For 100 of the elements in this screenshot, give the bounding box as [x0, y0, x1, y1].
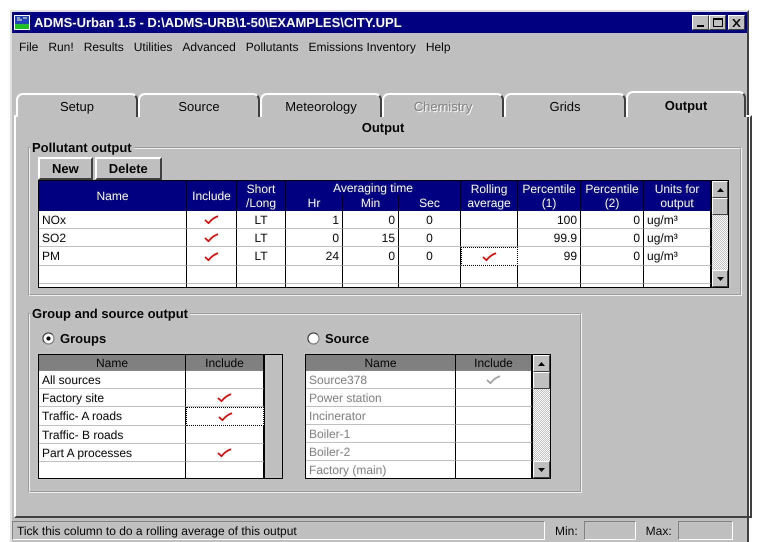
menu-item[interactable]: Utilities — [128, 40, 178, 54]
menu-item[interactable]: Run! — [43, 40, 79, 54]
checkbox-cell[interactable] — [187, 211, 237, 229]
check-icon — [218, 412, 232, 421]
table-cell: Power station — [306, 389, 456, 407]
menu-item[interactable]: Emissions Inventory — [303, 40, 421, 54]
column-header[interactable]: Hr — [286, 195, 343, 211]
table-cell: 99 — [518, 247, 582, 266]
column-header[interactable]: Name — [39, 181, 187, 211]
menu-item[interactable]: Results — [78, 40, 129, 54]
vertical-scrollbar[interactable] — [711, 181, 728, 287]
scroll-up-button[interactable] — [712, 181, 728, 198]
column-header[interactable]: Name — [39, 355, 186, 371]
check-icon — [204, 215, 219, 224]
table-cell: LT — [237, 247, 286, 266]
column-header[interactable]: Min — [343, 195, 399, 211]
group-title: Group and source output — [31, 306, 189, 321]
check-icon — [204, 233, 219, 242]
panel-title: Output — [360, 120, 406, 135]
toolbar-button[interactable]: New — [38, 157, 93, 180]
table-cell: PM — [39, 247, 187, 266]
table-cell: 0 — [581, 211, 644, 229]
table-cell: 15 — [343, 229, 399, 247]
table-cell: 0 — [399, 229, 462, 247]
toolbar-button[interactable]: Delete — [94, 157, 162, 180]
table-cell: Boiler-1 — [306, 425, 456, 443]
minimize-icon — [697, 24, 704, 26]
scrollbar-thumb[interactable] — [712, 198, 728, 215]
table-cell: 100 — [518, 211, 582, 229]
tab[interactable]: Output — [626, 91, 746, 117]
table-cell: NOx — [39, 211, 187, 229]
column-header[interactable]: Units for output — [644, 181, 712, 211]
max-label: Max: — [644, 524, 673, 538]
radio-button[interactable]: Groups — [42, 330, 106, 346]
down-arrow-icon — [716, 276, 724, 280]
tab[interactable]: Setup — [16, 93, 138, 117]
check-icon — [482, 252, 498, 261]
group-title: Pollutant output — [31, 140, 133, 155]
table-cell: 1 — [286, 211, 343, 229]
menu-item[interactable]: File — [14, 40, 44, 54]
column-header[interactable]: Short /Long — [237, 181, 286, 211]
checkbox-cell[interactable] — [461, 229, 518, 247]
table-cell: 24 — [286, 247, 343, 266]
menu-item[interactable]: Pollutants — [240, 40, 304, 54]
column-header[interactable]: Rolling average — [461, 181, 518, 211]
table-cell: 0 — [399, 247, 462, 266]
table-cell: Factory site — [39, 389, 186, 407]
check-icon — [217, 393, 232, 402]
table-cell: Traffic- A roads — [39, 407, 186, 426]
column-header[interactable]: Percentile (1) — [518, 181, 582, 211]
table-cell: Source378 — [306, 371, 456, 389]
table-cell: Traffic- B roads — [39, 426, 186, 444]
close-icon — [732, 18, 741, 26]
table-cell: LT — [237, 229, 286, 247]
table-cell: All sources — [39, 371, 186, 389]
checkbox-cell[interactable] — [461, 211, 518, 229]
scroll-down-button[interactable] — [712, 270, 728, 287]
table-cell: 0 — [343, 247, 399, 266]
menu-item[interactable]: Help — [420, 40, 456, 54]
column-header[interactable]: Sec — [399, 195, 462, 211]
table-cell: 0 — [581, 229, 644, 247]
maximize-button[interactable] — [709, 15, 726, 30]
table-cell: Incinerator — [306, 407, 456, 425]
up-arrow-icon — [538, 362, 545, 366]
window-title: ADMS-Urban 1.5 - D:\ADMS-URB\1-50\EXAMPLES\CITY.UPL — [34, 15, 403, 30]
radio-button[interactable]: Source — [307, 330, 370, 346]
tab[interactable]: Grids — [504, 93, 626, 117]
tab[interactable]: Meteorology — [260, 93, 382, 117]
down-arrow-icon — [538, 468, 545, 472]
status-message: Tick this column to do a rolling average of this output — [12, 521, 545, 540]
table-cell: 0 — [399, 211, 462, 229]
min-field — [584, 521, 636, 540]
min-label: Min: — [554, 524, 579, 538]
column-group-header: Averaging time — [286, 181, 462, 195]
table-cell: 99.9 — [518, 229, 582, 247]
maximize-icon — [712, 18, 722, 27]
menu-item[interactable]: Advanced — [177, 40, 241, 54]
check-icon — [217, 448, 232, 457]
table-cell: SO2 — [39, 229, 187, 247]
table-cell: Part A processes — [39, 444, 186, 462]
max-field — [678, 521, 733, 540]
tab[interactable]: Source — [138, 93, 260, 117]
checkbox-cell[interactable] — [461, 247, 518, 266]
table-cell: LT — [237, 211, 286, 229]
table-cell: Factory (main) — [306, 461, 456, 478]
up-arrow-icon — [716, 188, 724, 192]
table-cell: 0 — [286, 229, 343, 247]
minimize-button[interactable] — [692, 15, 709, 30]
column-header[interactable]: Include — [186, 355, 264, 371]
app-icon — [14, 15, 30, 30]
table-cell: Boiler-2 — [306, 443, 456, 461]
close-button[interactable] — [728, 15, 745, 30]
checkbox-cell[interactable] — [187, 229, 237, 247]
check-icon — [204, 252, 219, 260]
table-cell: 0 — [343, 211, 399, 229]
column-header[interactable]: Include — [187, 181, 237, 211]
checkbox-cell[interactable] — [187, 247, 237, 266]
table-cell: 0 — [581, 247, 644, 266]
check-icon — [486, 375, 501, 384]
column-header[interactable]: Percentile (2) — [581, 181, 644, 211]
